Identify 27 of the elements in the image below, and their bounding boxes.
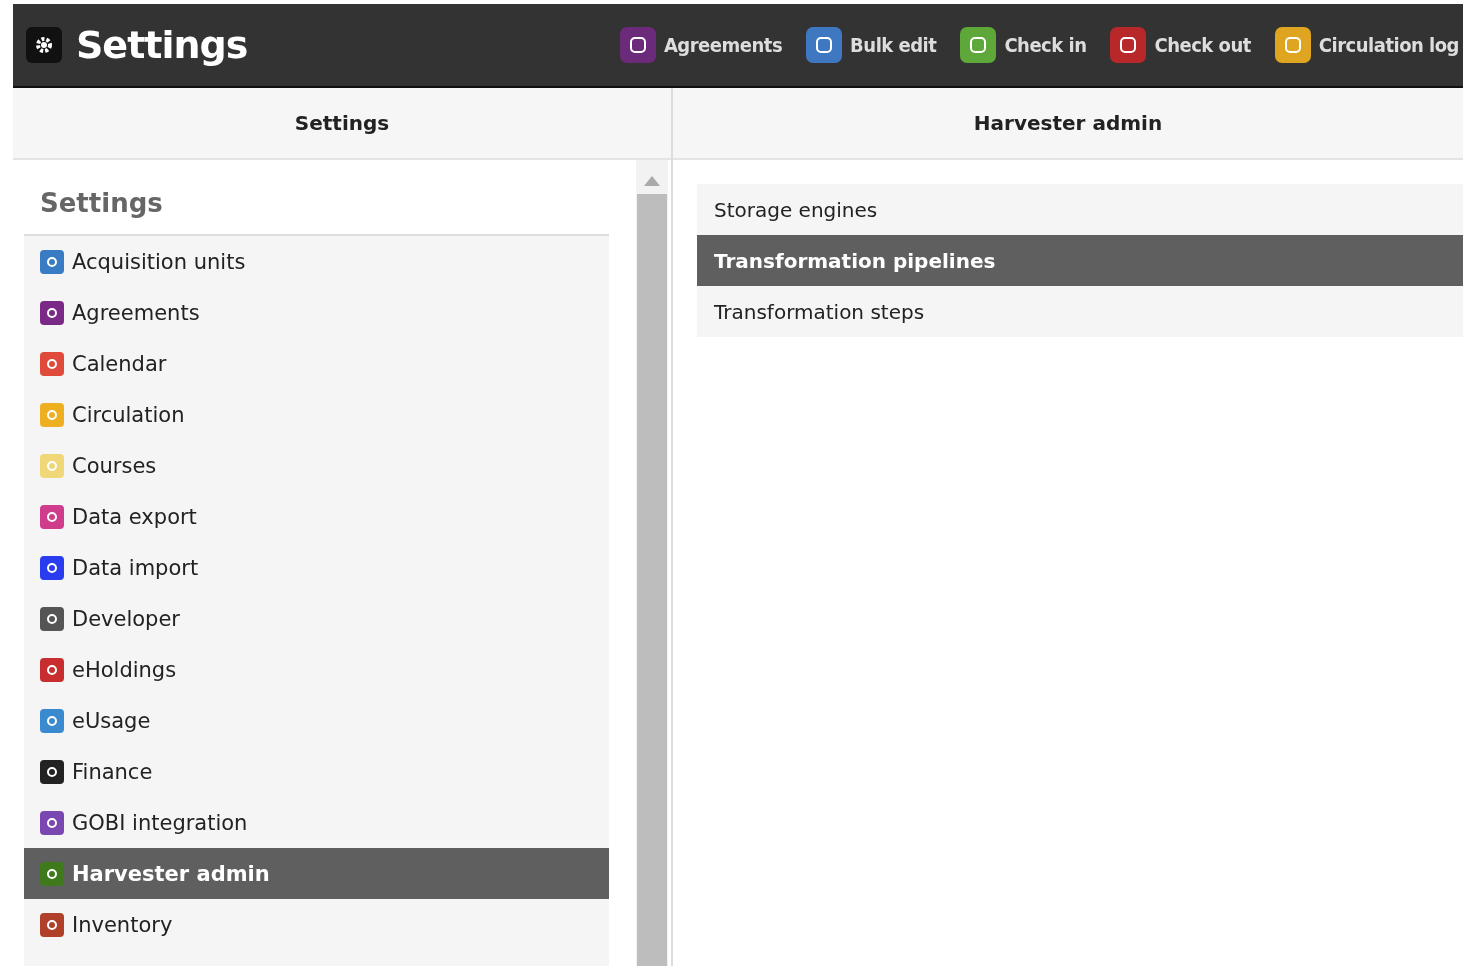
settings-item[interactable]: Harvester admin [24, 848, 609, 899]
settings-item[interactable]: Calendar [24, 338, 609, 389]
scroll-up-icon[interactable] [644, 176, 660, 186]
pane-header: Harvester admin [673, 88, 1463, 160]
settings-item[interactable]: Inventory [24, 899, 609, 950]
settings-item[interactable]: Agreements [24, 287, 609, 338]
settings-item[interactable]: eUsage [24, 695, 609, 746]
settings-item[interactable]: Developer [24, 593, 609, 644]
nav-item[interactable]: Storage engines [697, 184, 1463, 235]
pane-header: Settings [13, 88, 671, 160]
settings-item[interactable]: Courses [24, 440, 609, 491]
nav-item[interactable]: Transformation pipelines [697, 235, 1463, 286]
app-link[interactable]: Circulation log [1270, 23, 1463, 67]
app-link[interactable]: Agreements [615, 23, 787, 67]
app-link[interactable]: Bulk edit [802, 23, 941, 67]
nav-item[interactable]: Transformation steps [697, 286, 1463, 337]
settings-item[interactable]: Finance [24, 746, 609, 797]
app-link[interactable]: Check in [956, 23, 1091, 67]
settings-item[interactable]: Data export [24, 491, 609, 542]
settings-item[interactable]: eHoldings [24, 644, 609, 695]
app-link[interactable]: Check out [1106, 23, 1255, 67]
settings-item[interactable]: Circulation [24, 389, 609, 440]
settings-item[interactable]: Data import [24, 542, 609, 593]
settings-item[interactable]: Acquisition units [24, 236, 609, 287]
settings-item[interactable]: GOBI integration [24, 797, 609, 848]
page-title: Settings [76, 23, 248, 67]
settings-icon [26, 27, 62, 63]
